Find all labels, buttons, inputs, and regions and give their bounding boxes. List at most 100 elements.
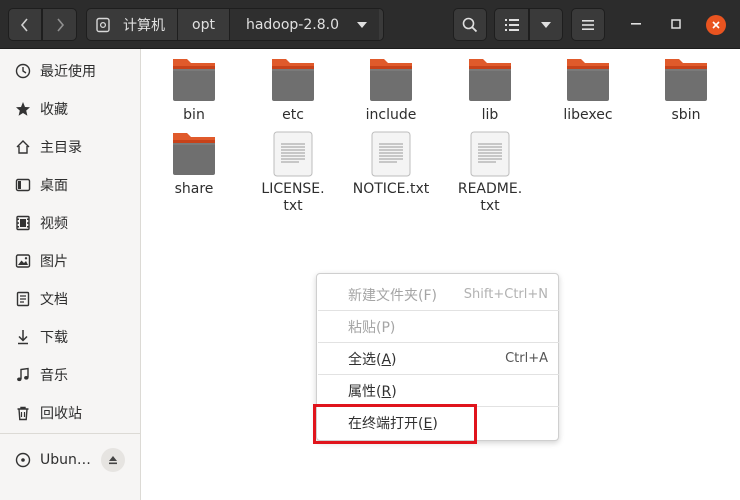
file-name: NOTICE.txt (352, 181, 430, 197)
search-icon (462, 17, 478, 32)
menu-item-label: 新建文件夹(F) (348, 287, 437, 304)
folder-item[interactable]: lib (448, 57, 532, 124)
desktop-icon (14, 176, 32, 194)
sidebar-item-desktop[interactable]: 桌面 (0, 168, 140, 202)
minimize-icon (631, 23, 641, 25)
menu-item-accelerator: Ctrl+A (505, 351, 548, 366)
folder-icon (272, 59, 314, 101)
file-name: include (365, 107, 417, 123)
disc-icon (14, 451, 32, 469)
video-icon (14, 214, 32, 232)
close-icon (712, 21, 720, 29)
sidebar-item-label: 音乐 (40, 368, 68, 384)
sidebar-item-label: 回收站 (40, 406, 82, 422)
list-view-icon (504, 18, 519, 31)
sidebar-item-starred[interactable]: 收藏 (0, 92, 140, 126)
minimize-button[interactable] (628, 16, 644, 32)
text-file-item[interactable]: LICENSE. txt (251, 131, 335, 215)
drive-icon (96, 17, 110, 32)
close-button[interactable] (706, 15, 726, 35)
sidebar-item-label: 桌面 (40, 178, 68, 194)
view-options-button[interactable] (529, 8, 563, 41)
sidebar-item-music[interactable]: 音乐 (0, 358, 140, 392)
maximize-button[interactable] (668, 16, 684, 32)
chevron-right-icon (56, 17, 64, 32)
text-file-icon (470, 131, 510, 177)
view-list-button[interactable] (494, 8, 529, 41)
menu-item-accelerator: Shift+Ctrl+N (463, 287, 548, 302)
menu-item-properties[interactable]: 属性(R) (317, 375, 558, 406)
menu-button[interactable] (571, 8, 605, 41)
menu-item-label: 粘贴(P) (348, 319, 396, 336)
sidebar-item-pictures[interactable]: 图片 (0, 244, 140, 278)
text-file-item[interactable]: NOTICE.txt (349, 131, 433, 198)
folder-icon (567, 59, 609, 101)
header-bar: 计算机 opt hadoop-2.8.0 (0, 0, 740, 49)
menu-item-label: 属性(R) (348, 383, 397, 400)
breadcrumb-label: 计算机 (123, 17, 165, 34)
document-icon (14, 290, 32, 308)
breadcrumb-computer[interactable]: 计算机 (87, 9, 178, 40)
sidebar-item-label: 视频 (40, 216, 68, 232)
sidebar-item-videos[interactable]: 视频 (0, 206, 140, 240)
folder-item[interactable]: sbin (644, 57, 728, 124)
sidebar-item-label: Ubun… (40, 452, 91, 468)
trash-icon (14, 404, 32, 422)
file-name: share (174, 181, 214, 197)
file-name: README. (457, 181, 523, 197)
annotation-highlight-box (313, 404, 477, 444)
maximize-icon (671, 19, 681, 29)
breadcrumb-label: hadoop-2.8.0 (245, 16, 339, 33)
sidebar-item-label: 图片 (40, 254, 68, 270)
eject-icon (109, 456, 117, 465)
breadcrumb-label: opt (192, 16, 215, 33)
text-file-icon (371, 131, 411, 177)
hamburger-icon (582, 19, 594, 30)
file-name: txt (480, 198, 500, 214)
folder-item[interactable]: bin (152, 57, 236, 124)
sidebar-item-trash[interactable]: 回收站 (0, 396, 140, 430)
menu-item-select-all[interactable]: 全选(A) Ctrl+A (317, 343, 558, 374)
folder-icon (173, 59, 215, 101)
folder-item[interactable]: libexec (546, 57, 630, 124)
search-button[interactable] (453, 8, 487, 41)
eject-button[interactable] (101, 448, 125, 472)
file-name: lib (481, 107, 499, 123)
star-icon (14, 100, 32, 118)
folder-item[interactable]: include (349, 57, 433, 124)
sidebar-separator (0, 433, 140, 434)
download-icon (14, 328, 32, 346)
sidebar-item-label: 文档 (40, 292, 68, 308)
caret-down-icon (356, 21, 367, 28)
menu-item-paste[interactable]: 粘贴(P) (317, 311, 558, 342)
sidebar-item-home[interactable]: 主目录 (0, 130, 140, 164)
chevron-left-icon (20, 17, 28, 32)
menu-item-new-folder[interactable]: 新建文件夹(F) Shift+Ctrl+N (317, 279, 558, 310)
file-name: sbin (671, 107, 701, 123)
sidebar-item-recent[interactable]: 最近使用 (0, 54, 140, 88)
sidebar-item-label: 主目录 (40, 140, 82, 156)
clock-icon (14, 62, 32, 80)
breadcrumb-opt[interactable]: opt (178, 9, 230, 40)
file-name: txt (283, 198, 303, 214)
file-name: libexec (563, 107, 613, 123)
folder-icon (370, 59, 412, 101)
folder-item[interactable]: share (152, 131, 236, 198)
sidebar-item-label: 下载 (40, 330, 68, 346)
folder-icon (469, 59, 511, 101)
forward-button[interactable] (42, 8, 77, 41)
file-name: LICENSE. (261, 181, 325, 197)
sidebar-item-label: 最近使用 (40, 64, 96, 80)
home-icon (14, 138, 32, 156)
folder-icon (665, 59, 707, 101)
text-file-icon (273, 131, 313, 177)
music-icon (14, 366, 32, 384)
sidebar-item-downloads[interactable]: 下载 (0, 320, 140, 354)
picture-icon (14, 252, 32, 270)
breadcrumb-current[interactable]: hadoop-2.8.0 (229, 9, 379, 40)
folder-item[interactable]: etc (251, 57, 335, 124)
sidebar-item-documents[interactable]: 文档 (0, 282, 140, 316)
file-name: etc (282, 107, 304, 123)
back-button[interactable] (8, 8, 42, 41)
text-file-item[interactable]: README. txt (448, 131, 532, 215)
